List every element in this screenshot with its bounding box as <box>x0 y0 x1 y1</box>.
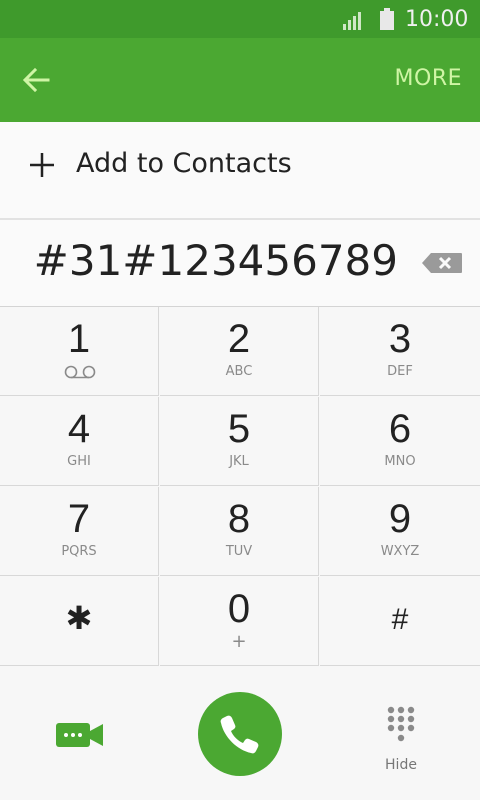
key-digit: ✱ <box>65 600 93 636</box>
hide-keypad-button[interactable]: Hide <box>376 705 426 775</box>
key-digit: 0 <box>227 587 251 631</box>
key-digit: # <box>391 603 409 636</box>
backspace-icon[interactable] <box>421 252 463 274</box>
key-letters: TUV <box>225 544 253 559</box>
key-digit: 9 <box>388 497 412 541</box>
more-button[interactable]: MORE <box>395 66 462 91</box>
status-time: 10:00 <box>405 7 469 32</box>
key-0[interactable]: 0 + <box>160 577 319 666</box>
key-digit: 8 <box>227 497 251 541</box>
key-letters: GHI <box>67 454 91 469</box>
status-bar: 10:00 <box>0 0 480 38</box>
back-arrow-icon[interactable] <box>20 64 52 96</box>
add-to-contacts-label: Add to Contacts <box>76 148 292 179</box>
signal-icon <box>343 12 361 30</box>
dialed-number[interactable]: #31#123456789 <box>34 236 398 285</box>
key-digit: 4 <box>67 407 91 451</box>
number-display: #31#123456789 <box>0 220 480 307</box>
key-digit: 2 <box>227 317 251 361</box>
key-1[interactable]: 1 <box>0 307 159 396</box>
key-letters: MNO <box>384 454 416 469</box>
key-9[interactable]: 9 WXYZ <box>320 487 480 576</box>
key-letters: + <box>231 631 247 652</box>
call-button[interactable] <box>198 692 282 776</box>
key-hash[interactable]: # <box>320 577 480 666</box>
key-3[interactable]: 3 DEF <box>320 307 480 396</box>
key-7[interactable]: 7 PQRS <box>0 487 159 576</box>
key-digit: 1 <box>67 317 91 361</box>
dial-keypad: 1 2 ABC 3 DEF 4 GHI 5 JKL 6 MNO 7 PQRS 8… <box>0 307 480 667</box>
key-letters: PQRS <box>61 544 97 559</box>
key-letters: WXYZ <box>380 544 420 559</box>
key-6[interactable]: 6 MNO <box>320 397 480 486</box>
hide-label: Hide <box>385 757 417 773</box>
key-digit: 5 <box>227 407 251 451</box>
battery-icon <box>380 8 394 30</box>
key-letters: JKL <box>229 454 249 469</box>
key-digit: 7 <box>67 497 91 541</box>
key-5[interactable]: 5 JKL <box>160 397 319 486</box>
dialpad-icon <box>387 706 415 742</box>
key-4[interactable]: 4 GHI <box>0 397 159 486</box>
video-call-icon[interactable] <box>56 720 104 750</box>
key-letters: DEF <box>387 364 413 379</box>
key-8[interactable]: 8 TUV <box>160 487 319 576</box>
app-bar: MORE <box>0 38 480 122</box>
key-star[interactable]: ✱ <box>0 577 159 666</box>
key-digit: 6 <box>388 407 412 451</box>
key-2[interactable]: 2 ABC <box>160 307 319 396</box>
bottom-action-bar: Hide <box>0 667 480 800</box>
key-letters: ABC <box>225 364 253 379</box>
key-digit: 3 <box>388 317 412 361</box>
plus-icon <box>30 153 54 177</box>
voicemail-icon <box>64 365 96 379</box>
phone-icon <box>220 715 259 754</box>
add-to-contacts-button[interactable]: Add to Contacts <box>0 122 480 220</box>
